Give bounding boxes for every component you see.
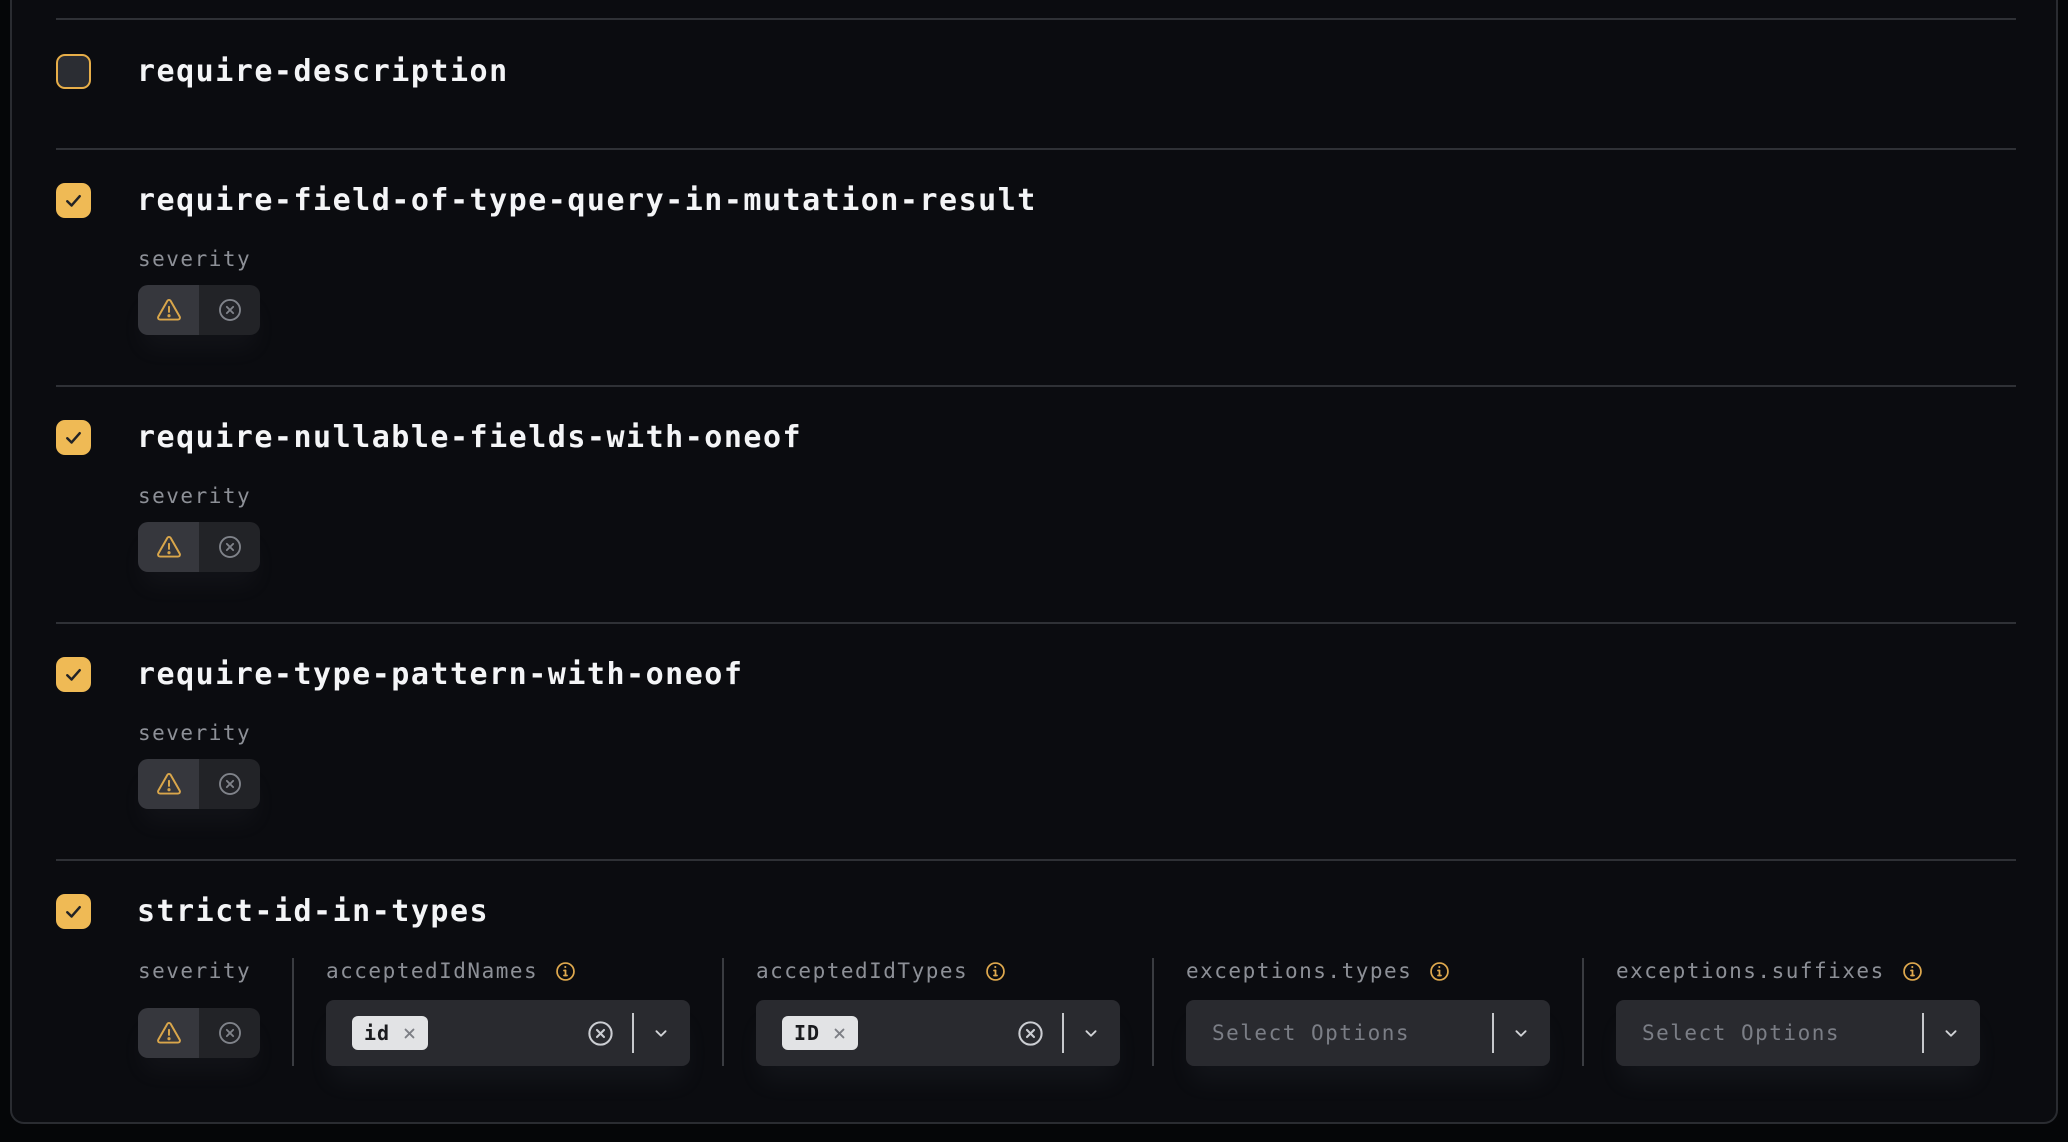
checkmark-icon	[62, 900, 85, 923]
warning-icon	[154, 533, 184, 561]
column-divider	[722, 958, 724, 1066]
rules-config-panel: require-description require-field-of-typ…	[10, 0, 2058, 1124]
clear-all-icon[interactable]	[1015, 1018, 1046, 1049]
column-divider	[1582, 958, 1584, 1066]
rule-title: require-type-pattern-with-oneof	[137, 657, 743, 692]
option-label: exceptions.suffixes	[1616, 959, 1885, 983]
severity-off-button[interactable]	[199, 522, 260, 572]
config-col-acceptedIdTypes: acceptedIdTypes ID	[756, 958, 1120, 1066]
info-icon[interactable]	[1901, 960, 1924, 983]
field-divider	[632, 1013, 634, 1053]
field-divider	[1922, 1013, 1924, 1053]
info-icon[interactable]	[554, 960, 577, 983]
tag-text: id	[364, 1021, 390, 1045]
multiselect-exceptions-suffixes[interactable]: Select Options	[1616, 1000, 1980, 1066]
info-icon[interactable]	[1428, 960, 1451, 983]
severity-label: severity	[138, 247, 2016, 271]
chevron-down-icon[interactable]	[1940, 1022, 1962, 1044]
selected-tag: id	[352, 1016, 428, 1050]
select-placeholder: Select Options	[1642, 1021, 1840, 1045]
rule-title: require-field-of-type-query-in-mutation-…	[137, 183, 1037, 218]
checkmark-icon	[62, 663, 85, 686]
circle-x-icon	[216, 296, 244, 324]
severity-label: severity	[138, 721, 2016, 745]
chevron-down-icon[interactable]	[1080, 1022, 1102, 1044]
rule-title: strict-id-in-types	[137, 894, 489, 929]
severity-label: severity	[138, 959, 251, 983]
panel-top-spacer	[56, 0, 2016, 18]
rule-title: require-description	[137, 54, 509, 89]
checkmark-icon	[62, 426, 85, 449]
field-divider	[1062, 1013, 1064, 1053]
severity-toggle	[138, 1008, 260, 1058]
rule-checkbox[interactable]	[56, 420, 91, 455]
rule-title: require-nullable-fields-with-oneof	[137, 420, 802, 455]
select-placeholder: Select Options	[1212, 1021, 1410, 1045]
warning-icon	[154, 770, 184, 798]
clear-all-icon[interactable]	[585, 1018, 616, 1049]
remove-tag-icon[interactable]	[400, 1024, 419, 1043]
rule-checkbox[interactable]	[56, 657, 91, 692]
circle-x-icon	[216, 533, 244, 561]
remove-tag-icon[interactable]	[830, 1024, 849, 1043]
config-col-acceptedIdNames: acceptedIdNames id	[326, 958, 690, 1066]
rule-config: severity acceptedIdN	[138, 958, 2016, 1066]
rule-row-require-description: require-description	[56, 18, 2016, 148]
rule-row-require-type-pattern-with-oneof: require-type-pattern-with-oneof severity	[56, 622, 2016, 859]
rule-checkbox[interactable]	[56, 183, 91, 218]
severity-toggle	[138, 759, 260, 809]
severity-warn-button[interactable]	[138, 759, 199, 809]
column-divider	[292, 958, 294, 1066]
chevron-down-icon[interactable]	[650, 1022, 672, 1044]
option-label: acceptedIdTypes	[756, 959, 968, 983]
rule-checkbox[interactable]	[56, 894, 91, 929]
chevron-down-icon[interactable]	[1510, 1022, 1532, 1044]
severity-toggle	[138, 522, 260, 572]
severity-warn-button[interactable]	[138, 285, 199, 335]
rule-row-require-nullable-fields-with-oneof: require-nullable-fields-with-oneof sever…	[56, 385, 2016, 622]
config-col-exceptions-suffixes: exceptions.suffixes Select Options	[1616, 958, 1980, 1066]
severity-warn-button[interactable]	[138, 522, 199, 572]
multiselect-acceptedIdTypes[interactable]: ID	[756, 1000, 1120, 1066]
checkmark-icon	[62, 189, 85, 212]
rule-checkbox[interactable]	[56, 54, 91, 89]
option-label: exceptions.types	[1186, 959, 1412, 983]
multiselect-acceptedIdNames[interactable]: id	[326, 1000, 690, 1066]
severity-off-button[interactable]	[199, 285, 260, 335]
option-label: acceptedIdNames	[326, 959, 538, 983]
tag-text: ID	[794, 1021, 820, 1045]
severity-off-button[interactable]	[199, 759, 260, 809]
info-icon[interactable]	[984, 960, 1007, 983]
circle-x-icon	[216, 770, 244, 798]
rule-row-require-field-of-type-query-in-mutation-result: require-field-of-type-query-in-mutation-…	[56, 148, 2016, 385]
severity-off-button[interactable]	[199, 1008, 260, 1058]
warning-icon	[154, 1019, 184, 1047]
severity-toggle	[138, 285, 260, 335]
config-col-exceptions-types: exceptions.types Select Options	[1186, 958, 1550, 1066]
config-col-severity: severity	[138, 958, 260, 1066]
field-divider	[1492, 1013, 1494, 1053]
selected-tag: ID	[782, 1016, 858, 1050]
warning-icon	[154, 296, 184, 324]
rule-row-strict-id-in-types: strict-id-in-types severity	[56, 859, 2016, 1140]
severity-warn-button[interactable]	[138, 1008, 199, 1058]
column-divider	[1152, 958, 1154, 1066]
circle-x-icon	[216, 1019, 244, 1047]
severity-label: severity	[138, 484, 2016, 508]
multiselect-exceptions-types[interactable]: Select Options	[1186, 1000, 1550, 1066]
